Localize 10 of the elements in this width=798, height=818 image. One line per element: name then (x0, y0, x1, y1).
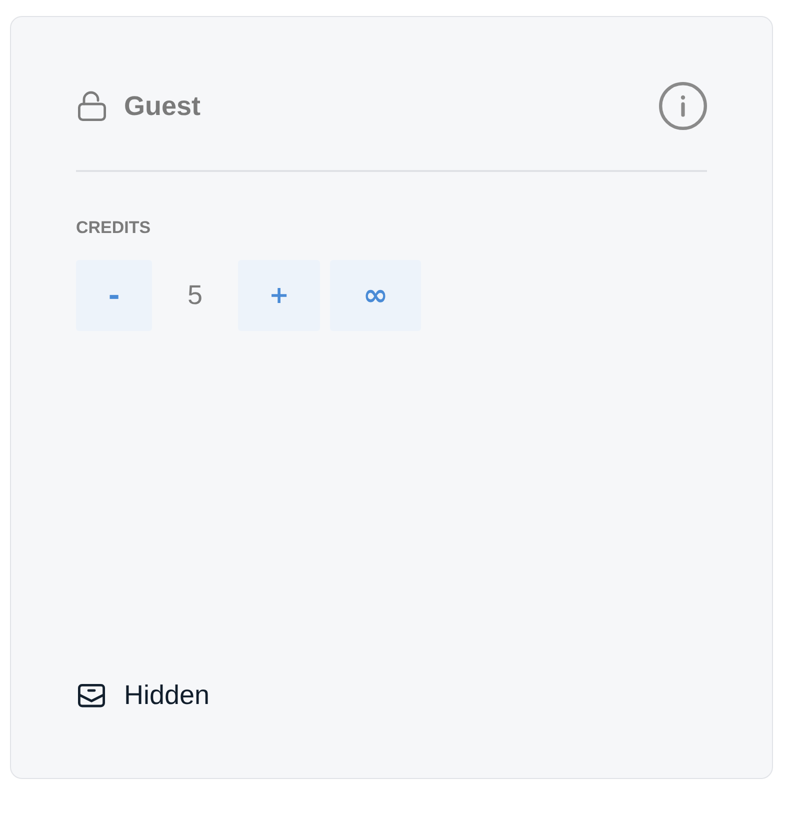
credits-value: 5 (186, 278, 204, 312)
decrement-button[interactable]: - (76, 260, 152, 330)
open-lock-icon (78, 91, 106, 121)
user-title: Guest (124, 90, 201, 123)
visibility-label: Hidden (124, 679, 210, 712)
envelope-icon (78, 682, 105, 708)
info-icon[interactable] (659, 82, 707, 130)
credits-label: CREDITS (76, 218, 151, 238)
unlimited-button[interactable]: ∞ (330, 260, 421, 330)
increment-button[interactable]: + (238, 260, 320, 330)
